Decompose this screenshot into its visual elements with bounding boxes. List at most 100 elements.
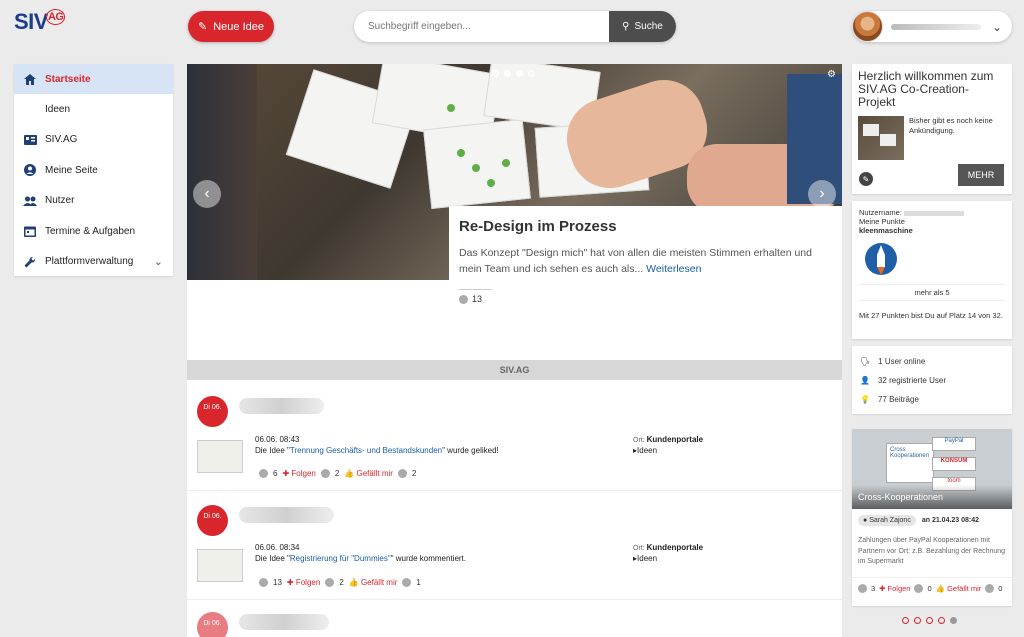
new-idea-button[interactable]: ✎ Neue Idee — [188, 11, 274, 42]
logo[interactable]: SIVAG — [14, 9, 67, 35]
feed-item: Di 06. 06.06. 08:43 Die Idee "Trennung G… — [187, 382, 842, 491]
promo-title[interactable]: Cross-Kooperationen — [858, 492, 943, 502]
users-icon — [23, 196, 37, 206]
promo-meta: ● Sarah Zajonc an 21.04.23 08:42 — [852, 509, 1012, 532]
points-card: Nutzername: Meine Punkte kleenmaschine m… — [852, 201, 1012, 339]
comment-count: 13 — [459, 289, 492, 304]
section-header: SIV.AG — [187, 360, 842, 380]
author-name-blurred — [239, 614, 329, 630]
feed-item: Di 06. — [187, 600, 842, 637]
stats-card: 🗣 1 User online 👤 32 registrierte User 💡 77… — [852, 346, 1012, 414]
welcome-thumbnail — [858, 116, 904, 160]
follow-button[interactable]: ✚ Folgen — [879, 584, 910, 593]
announcement-text: Bisher gibt es noch keine Ankündigung. — [909, 116, 993, 135]
username-row: Nutzername: — [859, 208, 1005, 217]
like-count-icon — [985, 584, 995, 593]
like-count-icon — [397, 469, 407, 478]
location: Ort: Kundenportale — [633, 543, 704, 552]
follow-button[interactable]: ✚ Folgen — [287, 578, 320, 587]
rocket-icon — [864, 241, 898, 279]
avatar — [852, 11, 883, 42]
like-button[interactable]: 👍 Gefällt mir — [344, 469, 393, 478]
idea-link[interactable]: Trennung Geschäfts- und Bestandskunden — [290, 446, 442, 455]
vote-icon — [914, 584, 924, 593]
hero-next-button[interactable]: › — [808, 180, 836, 208]
like-button[interactable]: 👍 Gefällt mir — [349, 578, 398, 587]
hero-prev-button[interactable]: ‹ — [193, 180, 221, 208]
gear-icon[interactable]: ⚙ — [827, 69, 836, 80]
date-badge: Di 06. — [197, 612, 228, 637]
sidebar-item-nutzer[interactable]: Nutzer — [14, 186, 173, 216]
user-circle-icon — [23, 164, 37, 177]
home-icon — [23, 73, 37, 85]
search-bar: ⚲ Suche — [354, 11, 676, 42]
feed-message: Die Idee "Registrierung für "Dummies"" w… — [255, 554, 466, 563]
promo-image: Cross Kooperationen PayPal KONSUM toom Cr… — [852, 429, 1012, 509]
main-content: ⚙ ‹ › Re-Design im Prozess Das Konzept "… — [187, 64, 842, 637]
follow-button[interactable]: ✚ Folgen — [282, 469, 315, 478]
welcome-card: Herzlich willkommen zum SIV.AG Co-Creati… — [852, 64, 1012, 194]
hero-text: Das Konzept "Design mich" hat von allen … — [459, 247, 812, 275]
user-menu[interactable]: ⌄ — [852, 11, 1012, 42]
chevron-down-icon: ⌄ — [991, 19, 1002, 34]
search-input[interactable] — [354, 11, 609, 42]
pencil-icon: ✎ — [198, 21, 208, 33]
location: Ort: Kundenportale — [633, 435, 704, 444]
author-chip[interactable]: ● Sarah Zajonc — [858, 515, 916, 526]
search-button[interactable]: ⚲ Suche — [609, 11, 676, 42]
hero-pager[interactable] — [492, 70, 535, 77]
date-badge: Di 06. — [197, 505, 228, 536]
lightbulb-icon: 💡 — [860, 395, 870, 404]
sidebar-item-meine-seite[interactable]: Meine Seite — [14, 155, 173, 185]
user-icon: 👤 — [860, 376, 870, 385]
author-name-blurred — [239, 507, 334, 523]
feed-time: 06.06. 08:34 — [255, 543, 300, 552]
vote-icon — [320, 469, 330, 478]
id-card-icon — [23, 134, 37, 145]
sidebar-item-ideen[interactable]: Ideen — [14, 94, 173, 124]
like-count-icon — [402, 578, 412, 587]
feed-actions: 6 ✚ Folgen 2 👍 Gefällt mir 2 — [259, 469, 416, 478]
date-badge: Di 06. — [197, 396, 228, 427]
read-more-link[interactable]: Weiterlesen — [646, 263, 701, 275]
rank-text: Mit 27 Punkten bist Du auf Platz 14 von … — [859, 311, 1003, 320]
feed-time: 06.06. 08:43 — [255, 435, 300, 444]
hero-caption: Re-Design im Prozess Das Konzept "Design… — [449, 206, 842, 358]
category-tag[interactable]: ▸Ideen — [633, 446, 657, 455]
online-stat: 🗣 1 User online — [860, 357, 926, 366]
idea-link[interactable]: Registrierung für "Dummies" — [290, 554, 391, 563]
promo-card[interactable]: Cross Kooperationen PayPal KONSUM toom Cr… — [852, 429, 1012, 606]
vote-icon — [325, 578, 335, 587]
comment-icon — [858, 584, 867, 593]
more-button[interactable]: MEHR — [958, 164, 1004, 186]
calendar-icon — [23, 225, 37, 238]
user-voice-icon: 🗣 — [860, 357, 871, 366]
user-name-blurred — [891, 23, 981, 30]
hero-title[interactable]: Re-Design im Prozess — [459, 218, 832, 235]
welcome-title: Herzlich willkommen zum SIV.AG Co-Creati… — [858, 69, 994, 109]
idea-thumbnail[interactable] — [197, 440, 243, 473]
sidebar: Startseite Ideen SIV.AG Meine Seite Nutz… — [14, 64, 173, 276]
promo-actions: 3 ✚ Folgen 0 👍 Gefällt mir 0 — [852, 577, 1012, 599]
threshold-label: mehr als 5 — [859, 284, 1005, 301]
sidebar-item-plattformverwaltung[interactable]: Plattformverwaltung ⌄ — [14, 246, 173, 276]
idea-thumbnail[interactable] — [197, 549, 243, 582]
sidebar-item-startseite[interactable]: Startseite — [14, 64, 173, 95]
edit-icon[interactable]: ✎ — [859, 172, 873, 186]
like-button[interactable]: 👍 Gefällt mir — [936, 584, 982, 593]
search-icon: ⚲ — [622, 21, 630, 32]
sidebar-item-termine[interactable]: Termine & Aufgaben — [14, 216, 173, 246]
sidebar-item-sivag[interactable]: SIV.AG — [14, 125, 173, 155]
posts-stat: 💡 77 Beiträge — [860, 395, 919, 404]
comment-icon — [459, 294, 468, 304]
wrench-icon — [23, 256, 37, 268]
category-tag[interactable]: ▸Ideen — [633, 554, 657, 563]
promo-text: Zahlungen über PayPal Kooperationen mit … — [858, 537, 1006, 565]
promo-pager[interactable] — [902, 617, 957, 624]
points-title: kleenmaschine — [859, 226, 913, 235]
comment-icon — [259, 469, 268, 478]
chevron-down-icon[interactable]: ⌄ — [154, 255, 163, 268]
points-label: Meine Punkte — [859, 217, 905, 226]
feed-actions: 13 ✚ Folgen 2 👍 Gefällt mir 1 — [259, 578, 421, 587]
author-name-blurred — [239, 398, 324, 414]
